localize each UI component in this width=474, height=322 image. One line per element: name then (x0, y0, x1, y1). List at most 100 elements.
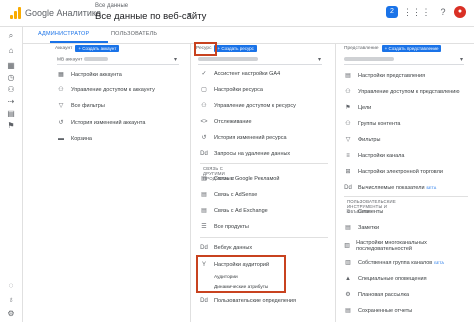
highlight-box (194, 42, 217, 56)
menu-item[interactable]: ↺ История изменений ресурса (200, 132, 286, 143)
menu-item[interactable]: Dd Запросы на удаление данных (200, 148, 290, 159)
create-account-button[interactable]: + Создать аккаунт (75, 45, 120, 52)
email-icon: ⚙ (345, 292, 351, 298)
mcf-icon: ▥ (344, 243, 350, 249)
more-vert-icon[interactable]: ⋮ (420, 6, 432, 18)
history-icon: ↺ (201, 135, 207, 141)
menu-item[interactable]: ⚑ Цели (344, 102, 371, 113)
help-icon[interactable]: ? (437, 6, 449, 18)
ads-icon: ▤ (201, 176, 207, 182)
menu-item[interactable]: ▤ Связь с AdSense (200, 189, 257, 200)
products-icon: ☰ (201, 224, 207, 230)
chevron-down-icon[interactable]: ▼ (186, 12, 193, 19)
account-column-label: Аккаунт (55, 46, 73, 51)
doc-icon: ▤ (345, 73, 351, 79)
history-icon: ↺ (58, 120, 64, 126)
column-divider (190, 44, 191, 322)
acquisition-icon[interactable]: ⇢ (6, 97, 16, 107)
active-tab-indicator (50, 41, 108, 43)
code-icon: <> (200, 118, 208, 125)
menu-item[interactable]: Dd Пользовательские определения (200, 295, 296, 306)
menu-item[interactable]: Dd Вебхук данных (200, 242, 252, 253)
segment-icon: ≡ (346, 208, 350, 215)
channel-icon: ≡ (346, 152, 350, 159)
audience-icon[interactable]: ⚇ (6, 85, 16, 95)
menu-item[interactable]: <> Отслеживание (200, 116, 251, 127)
discover-icon[interactable]: ♁ (6, 295, 16, 305)
menu-item[interactable]: ▤ Настройки представления (344, 70, 425, 81)
view-dropdown[interactable] (344, 57, 464, 65)
menu-item[interactable]: ▢ Настройки ресурса (200, 84, 263, 95)
column-divider (335, 44, 336, 322)
search-icon[interactable]: ⌕ (6, 31, 16, 41)
view-column-header: Представление + Создать представление (344, 44, 442, 53)
dd-icon: Dd (200, 150, 208, 157)
menu-item[interactable]: ≡ Настройки канала (344, 150, 404, 161)
menu-item[interactable]: ▥ Собственная группа каналов БЕТА (344, 257, 444, 268)
menu-item[interactable]: ≡ Сегменты (344, 206, 383, 217)
people-icon: ⚇ (58, 87, 64, 93)
menu-item[interactable]: ↺ История изменений аккаунта (57, 117, 145, 128)
customization-icon[interactable]: ▦ (6, 61, 16, 71)
attribution-icon[interactable]: ◌ (6, 281, 16, 291)
apps-grid-icon[interactable]: ⋮⋮ (403, 6, 421, 18)
people-icon: ⚇ (345, 89, 351, 95)
behavior-icon[interactable]: ▤ (6, 109, 16, 119)
menu-item[interactable]: ▽ Все фильтры (57, 100, 105, 111)
analytics-logo-icon[interactable] (10, 7, 22, 19)
account-dropdown-value: МВ аккаунт (57, 57, 83, 63)
menu-item[interactable]: ⊞ Настройки электронной торговли (344, 166, 442, 177)
create-property-button[interactable]: + Создать ресурс (214, 45, 257, 52)
notifications-icon[interactable]: 2 (386, 6, 398, 18)
realtime-icon[interactable]: ◷ (6, 73, 16, 83)
menu-item[interactable]: ⚇ Управление доступом к ресурсу (200, 100, 296, 111)
create-view-button[interactable]: + Создать представление (381, 45, 442, 52)
chevron-down-icon[interactable]: ▾ (318, 56, 321, 63)
tab-user[interactable]: ПОЛЬЗОВАТЕЛЬ (111, 31, 157, 37)
top-bar: Google Аналитика Все данные Все данные п… (0, 0, 474, 27)
menu-item[interactable]: ▤ Связь с Ad Exchange (200, 205, 268, 216)
conversions-icon[interactable]: ⚑ (6, 121, 16, 131)
filter-icon: ▽ (345, 137, 351, 143)
menu-item[interactable]: ▤ Связь с Google Рекламой (200, 173, 279, 184)
dd-icon: Dd (200, 244, 208, 251)
side-nav: ⌕ ⌂ ▦ ◷ ⚇ ⇢ ▤ ⚑ ◌ ♁ ⚙ (0, 27, 23, 322)
tab-admin[interactable]: АДМИНИСТРАТОР (38, 31, 89, 37)
menu-item[interactable]: ⚇ Группы контента (344, 118, 400, 129)
home-icon[interactable]: ⌂ (6, 46, 16, 56)
account-dropdown[interactable]: МВ аккаунт (57, 57, 179, 65)
menu-item[interactable]: Dd Вычисляемые показатели БЕТА (344, 182, 436, 193)
menu-item[interactable]: ▽ Фильтры (344, 134, 381, 145)
menu-item[interactable]: ▬ Корзина (57, 133, 92, 144)
avatar[interactable]: ● (454, 6, 466, 18)
beta-badge: БЕТА (434, 260, 444, 265)
property-dropdown[interactable] (198, 57, 322, 65)
menu-item[interactable]: ▲ Специальные оповещения (344, 273, 427, 284)
gear-icon[interactable]: ⚙ (6, 309, 16, 319)
menu-item[interactable]: ☰ Все продукты (200, 221, 249, 232)
adexchange-icon: ▤ (201, 208, 207, 214)
channel-group-icon: ▥ (345, 260, 351, 266)
trash-icon: ▬ (58, 135, 64, 142)
chevron-down-icon[interactable]: ▾ (460, 56, 463, 63)
filter-icon: ▽ (58, 103, 64, 109)
alert-icon: ▲ (345, 275, 351, 282)
view-column-label: Представление (344, 46, 379, 51)
cart-icon: ⊞ (345, 169, 351, 175)
account-selector-subtitle[interactable]: Все данные (95, 3, 128, 9)
menu-item[interactable]: ⚇ Управление доступом к аккаунту (57, 84, 155, 95)
calc-icon: Dd (344, 184, 352, 191)
menu-item[interactable]: ✓ Ассистент настройки GA4 (200, 68, 280, 79)
menu-item[interactable]: ▦ Настройки аккаунта (57, 69, 122, 80)
menu-item[interactable]: ▥ Настройки многоканальных последовательн… (344, 239, 454, 253)
chevron-down-icon[interactable]: ▾ (174, 56, 177, 63)
app-title: Google Аналитика (25, 8, 102, 18)
square-icon: ▢ (201, 87, 207, 93)
menu-item[interactable]: ⚙ Плановая рассылка (344, 289, 409, 300)
people-icon: ⚇ (201, 103, 207, 109)
note-icon: ▤ (345, 225, 351, 231)
menu-item[interactable]: ▤ Сохраненные отчеты (344, 305, 412, 316)
divider (200, 237, 328, 238)
menu-item[interactable]: ▤ Заметки (344, 222, 379, 233)
menu-item[interactable]: ⚇ Управление доступом к представлению (344, 86, 459, 97)
